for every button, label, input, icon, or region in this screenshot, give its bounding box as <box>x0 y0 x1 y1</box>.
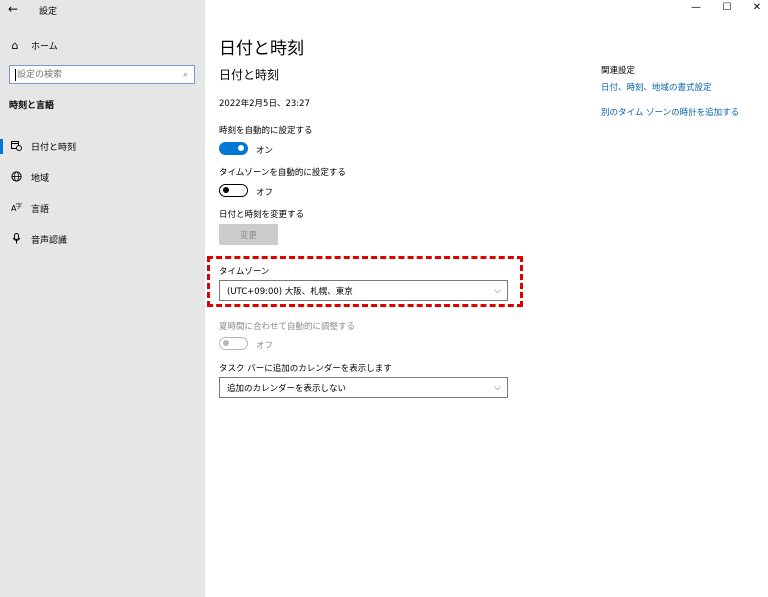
chevron-down-icon: ⌵ <box>494 285 501 296</box>
calendar-clock-icon <box>10 140 22 154</box>
sidebar-home-label: ホーム <box>31 41 58 52</box>
search-icon[interactable]: ⌕ <box>183 70 188 80</box>
change-button[interactable]: 変更 <box>219 224 278 245</box>
app-title: 設定 <box>39 7 58 17</box>
current-datetime: 2022年2月5日、23:27 <box>219 99 310 109</box>
dst-toggle[interactable] <box>219 337 248 350</box>
toggle-knob <box>238 145 244 151</box>
sidebar-item-language[interactable]: A字 言語 <box>0 193 205 224</box>
calendar-label: タスク バーに追加のカレンダーを表示します <box>219 364 392 374</box>
language-icon: A字 <box>10 202 22 216</box>
globe-icon <box>10 170 22 185</box>
dst-label: 夏時間に合わせて自動的に調整する <box>219 322 356 332</box>
page-title: 日付と時刻 <box>219 39 304 59</box>
sidebar: ← 設定 ⌂ ホーム ⌕ 時刻と言語 日付と時刻 地域 A字 言語 <box>0 0 205 597</box>
related-settings-heading: 関連設定 <box>601 66 636 76</box>
sidebar-item-label: 音声認識 <box>31 236 68 246</box>
sidebar-item-speech[interactable]: 音声認識 <box>0 224 205 255</box>
sidebar-item-region[interactable]: 地域 <box>0 162 205 193</box>
sidebar-item-label: 言語 <box>31 205 50 215</box>
related-link-format[interactable]: 日付、時刻、地域の書式設定 <box>601 81 712 93</box>
sidebar-item-home[interactable]: ⌂ ホーム <box>9 37 58 53</box>
section-heading: 時刻と言語 <box>9 101 55 111</box>
change-datetime-label: 日付と時刻を変更する <box>219 210 305 220</box>
toggle-knob <box>223 187 229 193</box>
search-input[interactable] <box>15 68 167 81</box>
related-link-add-clock[interactable]: 別のタイム ゾーンの時計を追加する <box>601 106 739 118</box>
home-icon: ⌂ <box>11 38 19 52</box>
timezone-label: タイムゾーン <box>219 267 270 277</box>
toggle-knob <box>223 340 229 346</box>
auto-timezone-toggle[interactable] <box>219 184 248 197</box>
auto-timezone-state: オフ <box>256 188 274 198</box>
dst-state: オフ <box>256 341 274 351</box>
sidebar-item-label: 地域 <box>31 174 50 184</box>
sidebar-item-label: 日付と時刻 <box>31 143 77 153</box>
sidebar-item-date-time[interactable]: 日付と時刻 <box>0 131 205 162</box>
auto-time-toggle[interactable] <box>219 142 248 155</box>
minimize-icon[interactable]: — <box>680 0 712 16</box>
close-icon[interactable]: ✕ <box>741 0 768 16</box>
search-box[interactable]: ⌕ <box>9 65 195 84</box>
calendar-dropdown[interactable]: 追加のカレンダーを表示しない ⌵ <box>219 377 508 398</box>
auto-timezone-label: タイムゾーンを自動的に設定する <box>219 168 346 178</box>
back-arrow-icon[interactable]: ← <box>8 2 18 16</box>
microphone-icon <box>10 232 22 247</box>
timezone-dropdown[interactable]: (UTC+09:00) 大阪、札幌、東京 ⌵ <box>219 280 508 301</box>
auto-time-label: 時刻を自動的に設定する <box>219 126 313 136</box>
chevron-down-icon: ⌵ <box>494 382 501 393</box>
maximize-icon[interactable]: ☐ <box>711 0 743 16</box>
calendar-value: 追加のカレンダーを表示しない <box>227 383 347 394</box>
section-title: 日付と時刻 <box>219 68 280 82</box>
timezone-value: (UTC+09:00) 大阪、札幌、東京 <box>227 286 353 297</box>
auto-time-state: オン <box>256 146 274 156</box>
nav-list: 日付と時刻 地域 A字 言語 音声認識 <box>0 131 205 255</box>
svg-text:字: 字 <box>16 202 22 210</box>
